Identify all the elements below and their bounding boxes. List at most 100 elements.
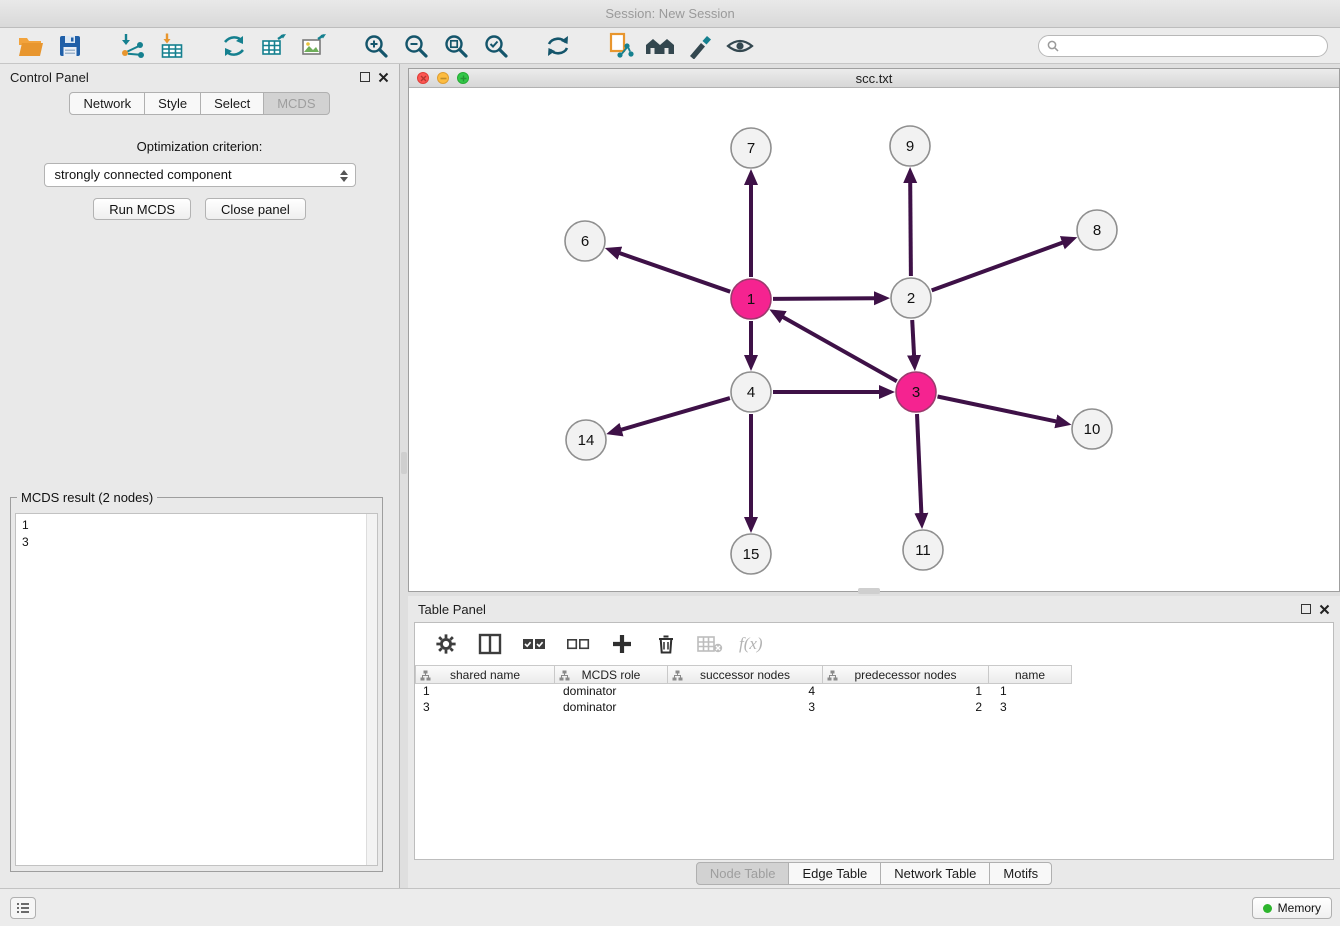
zoom-out-icon[interactable] xyxy=(396,31,436,61)
edge-2-3[interactable] xyxy=(912,320,914,356)
float-table-panel-icon[interactable] xyxy=(1301,604,1311,614)
network-overview-home-icon[interactable] xyxy=(640,31,680,61)
tab-network[interactable]: Network xyxy=(69,92,145,115)
open-file-icon[interactable] xyxy=(10,31,50,61)
edge-1-6[interactable] xyxy=(619,253,730,292)
tab-edge-table[interactable]: Edge Table xyxy=(788,862,881,885)
tab-motifs[interactable]: Motifs xyxy=(989,862,1052,885)
refresh-icon[interactable] xyxy=(538,31,578,61)
control-panel: Control Panel Network Style Select MCDS … xyxy=(0,64,400,888)
column-header-name[interactable]: name xyxy=(988,665,1072,684)
edge-3-1[interactable] xyxy=(782,317,896,382)
edge-1-2[interactable] xyxy=(773,298,875,299)
graph-node-label-14: 14 xyxy=(578,432,595,449)
status-bar: Memory xyxy=(0,888,1340,926)
zoom-selected-icon[interactable] xyxy=(476,31,516,61)
cell-successor-nodes: 4 xyxy=(669,684,825,700)
edge-3-10[interactable] xyxy=(938,397,1057,422)
network-window-titlebar[interactable]: scc.txt xyxy=(409,69,1339,88)
table-row[interactable]: 3 dominator 3 2 3 xyxy=(415,700,1333,716)
toolbar-search[interactable] xyxy=(1038,35,1328,57)
optimization-criterion-label: Optimization criterion: xyxy=(0,139,399,154)
minimize-window-icon[interactable] xyxy=(437,72,449,84)
optimization-dropdown[interactable]: strongly connected component xyxy=(44,163,356,187)
cell-predecessor-nodes: 1 xyxy=(825,684,992,700)
zoom-fit-icon[interactable] xyxy=(436,31,476,61)
graph-node-label-6: 6 xyxy=(581,233,589,250)
add-column-icon[interactable] xyxy=(607,630,637,658)
edge-2-9[interactable] xyxy=(910,182,911,276)
network-graph[interactable]: 7968124314101511 xyxy=(409,88,1339,591)
export-table-icon[interactable] xyxy=(254,31,294,61)
memory-button[interactable]: Memory xyxy=(1252,897,1332,919)
table-panel-title: Table Panel xyxy=(418,602,486,617)
table-settings-gear-icon[interactable] xyxy=(431,630,461,658)
run-mcds-button[interactable]: Run MCDS xyxy=(93,198,191,220)
mcds-result-line: 3 xyxy=(22,534,377,551)
export-image-icon[interactable] xyxy=(294,31,334,61)
search-input[interactable] xyxy=(1064,39,1319,53)
cell-successor-nodes: 3 xyxy=(669,700,825,716)
graph-node-label-1: 1 xyxy=(747,291,755,308)
close-window-icon[interactable] xyxy=(417,72,429,84)
column-header-shared-name[interactable]: shared name xyxy=(415,665,555,684)
column-header-mcds-role[interactable]: MCDS role xyxy=(554,665,668,684)
search-icon xyxy=(1047,40,1059,52)
column-header-successor-nodes[interactable]: successor nodes xyxy=(667,665,823,684)
graph-node-label-3: 3 xyxy=(912,384,920,401)
graph-node-label-4: 4 xyxy=(747,384,755,401)
column-tree-icon xyxy=(672,670,683,681)
delete-column-icon[interactable] xyxy=(651,630,681,658)
horizontal-splitter-handle[interactable] xyxy=(858,588,880,594)
edge-3-11[interactable] xyxy=(917,414,921,514)
control-panel-header: Control Panel xyxy=(0,64,399,90)
column-tree-icon xyxy=(559,670,570,681)
graph-node-label-2: 2 xyxy=(907,290,915,307)
clone-network-icon[interactable] xyxy=(600,31,640,61)
mcds-result-box: MCDS result (2 nodes) 1 3 xyxy=(10,490,383,872)
new-network-icon[interactable] xyxy=(214,31,254,61)
edge-4-14[interactable] xyxy=(621,398,730,430)
tab-style[interactable]: Style xyxy=(144,92,201,115)
mcds-result-line: 1 xyxy=(22,517,377,534)
tab-mcds[interactable]: MCDS xyxy=(263,92,329,115)
close-panel-button[interactable]: Close panel xyxy=(205,198,306,220)
optimization-dropdown-value: strongly connected component xyxy=(55,167,232,182)
vertical-splitter-handle[interactable] xyxy=(401,452,407,474)
window-titlebar[interactable]: Session: New Session xyxy=(0,0,1340,28)
tab-node-table[interactable]: Node Table xyxy=(696,862,790,885)
close-panel-icon[interactable] xyxy=(378,72,389,83)
dropdown-stepper-icon xyxy=(339,167,350,185)
tab-select[interactable]: Select xyxy=(200,92,264,115)
float-panel-icon[interactable] xyxy=(360,72,370,82)
mcds-result-area[interactable]: 1 3 xyxy=(15,513,378,866)
show-hide-graphics-eye-icon[interactable] xyxy=(720,31,760,61)
show-columns-icon[interactable] xyxy=(475,630,505,658)
graph-node-label-15: 15 xyxy=(743,546,760,563)
delete-table-icon-disabled xyxy=(695,630,725,658)
zoom-in-icon[interactable] xyxy=(356,31,396,61)
import-network-icon[interactable] xyxy=(112,31,152,61)
select-all-icon[interactable] xyxy=(519,630,549,658)
mcds-result-title: MCDS result (2 nodes) xyxy=(17,490,157,505)
tab-network-table[interactable]: Network Table xyxy=(880,862,990,885)
zoom-window-icon[interactable] xyxy=(457,72,469,84)
deselect-all-icon[interactable] xyxy=(563,630,593,658)
task-history-button[interactable] xyxy=(10,897,36,919)
table-toolbar: f(x) xyxy=(415,623,1333,665)
apply-style-icon[interactable] xyxy=(680,31,720,61)
close-table-panel-icon[interactable] xyxy=(1319,604,1330,615)
result-scrollbar[interactable] xyxy=(366,514,377,865)
import-table-icon[interactable] xyxy=(152,31,192,61)
table-panel: Table Panel xyxy=(408,596,1340,888)
table-row[interactable]: 1 dominator 4 1 1 xyxy=(415,684,1333,700)
edge-2-8[interactable] xyxy=(932,242,1063,290)
graph-node-label-9: 9 xyxy=(906,138,914,155)
column-header-predecessor-nodes[interactable]: predecessor nodes xyxy=(822,665,989,684)
network-view-window: scc.txt 7968124314101511 xyxy=(408,68,1340,592)
main-toolbar xyxy=(0,28,1340,64)
graph-node-label-10: 10 xyxy=(1084,421,1101,438)
list-icon xyxy=(16,902,30,914)
save-session-icon[interactable] xyxy=(50,31,90,61)
memory-label: Memory xyxy=(1278,901,1321,915)
